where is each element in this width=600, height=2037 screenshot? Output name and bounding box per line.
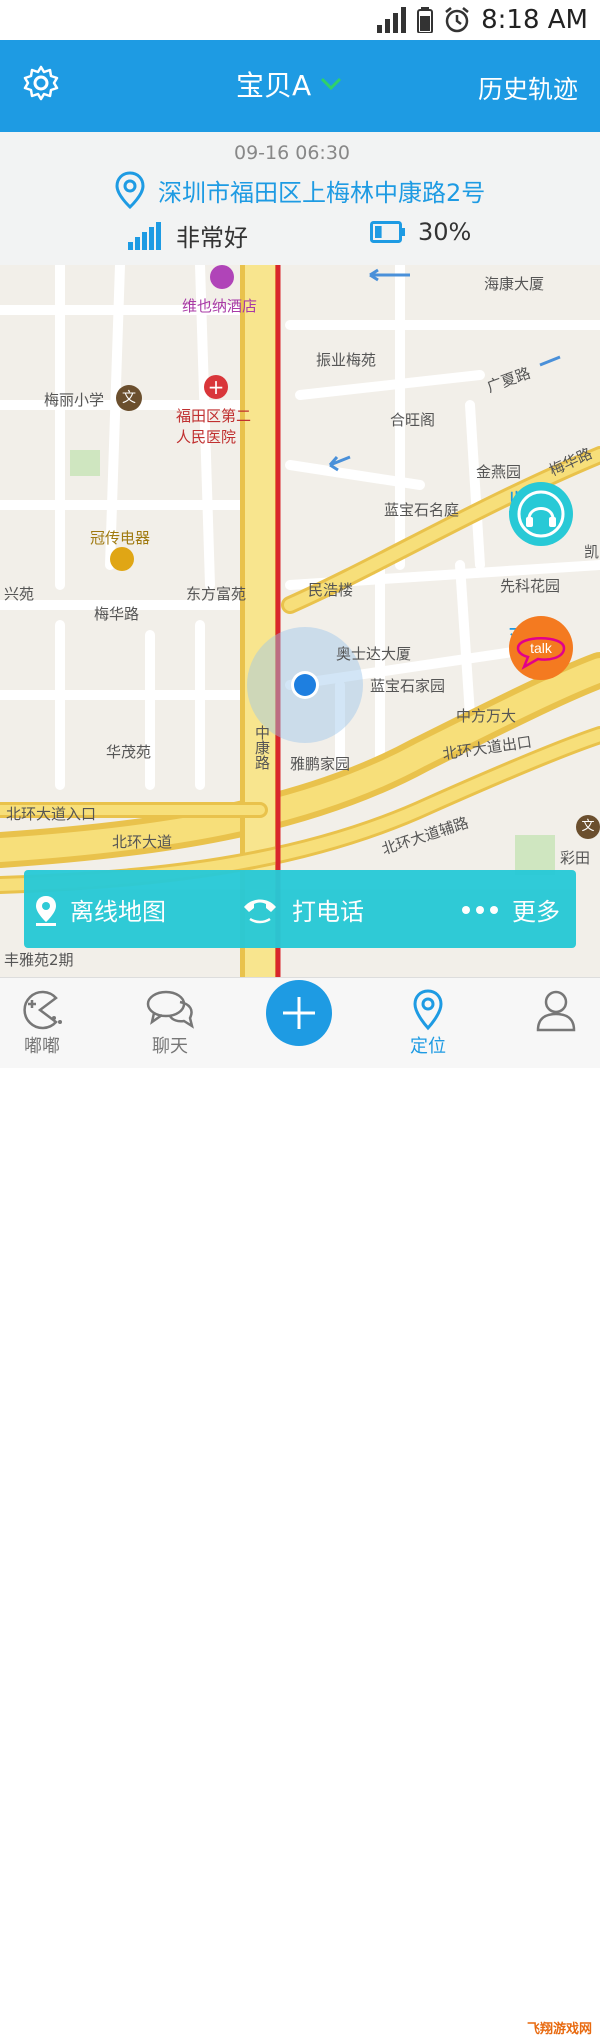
plus-icon [283, 997, 315, 1029]
device-selector[interactable]: 宝贝A [236, 64, 343, 104]
address-text: 深圳市福田区上梅林中康路2号 [158, 178, 486, 207]
watermark-logo: 飞翔游戏网 [526, 2022, 592, 2037]
map-label: 海康大厦 [484, 275, 545, 293]
location-info-panel: 09-16 06:30 深圳市福田区上梅林中康路2号 非常好 30% [0, 132, 600, 266]
tab-locate[interactable]: 定位 [388, 988, 468, 1058]
signal-status: 非常好 [128, 218, 248, 253]
tab-locate-label: 定位 [410, 1036, 446, 1057]
alarm-clock-icon [445, 7, 469, 33]
offline-map-button[interactable]: 离线地图 [34, 892, 166, 927]
cellular-signal-icon [377, 7, 407, 33]
voice-chomp-icon [23, 990, 62, 1030]
more-button[interactable]: 更多 [460, 892, 560, 927]
more-label: 更多 [512, 898, 560, 926]
map-label: 民浩楼 [308, 581, 354, 599]
address-row: 深圳市福田区上梅林中康路2号 [112, 170, 485, 210]
map-label: 合旺阁 [390, 411, 436, 429]
tab-chat[interactable]: 聊天 [130, 988, 210, 1058]
battery-fill [375, 226, 382, 238]
talk-bubble-icon: talk [509, 616, 573, 680]
map-label: 蓝宝石家园 [370, 677, 446, 695]
map-label: 奥士达大厦 [336, 645, 412, 663]
chevron-down-icon [321, 77, 342, 91]
map-label: 雅鹏家园 [290, 755, 351, 773]
status-icons: 8:18 AM [377, 4, 588, 36]
call-label: 打电话 [292, 898, 364, 926]
map-label: 中方万大 [456, 707, 517, 725]
chat-bubbles-icon [146, 990, 194, 1029]
map-label: 先科花园 [500, 577, 561, 595]
map-label: 蓝宝石名庭 [384, 501, 460, 519]
call-button[interactable]: 打电话 [240, 892, 364, 927]
map-label: 彩田 [560, 849, 591, 867]
location-timestamp: 09-16 06:30 [234, 142, 351, 164]
tab-chat-label: 聊天 [152, 1036, 188, 1057]
map-label: 梅华路 [94, 605, 140, 623]
map-label: 中康路 [253, 725, 271, 770]
status-time: 8:18 AM [481, 5, 588, 35]
tab-dudu[interactable]: 嘟嘟 [2, 988, 82, 1058]
map-label: 福田区第二人民医院 [176, 407, 252, 446]
map-label: 丰雅苑2期 [4, 951, 74, 969]
map-action-bar: 离线地图 打电话 更多 [24, 870, 576, 948]
bottom-tab-bar: 嘟嘟 聊天 定位 飞翔游戏网 [0, 977, 600, 2037]
offline-map-label: 离线地图 [70, 898, 166, 926]
shop-icon [110, 547, 134, 571]
map-label: 东方富苑 [186, 585, 247, 603]
history-track-button[interactable]: 历史轨迹 [478, 70, 578, 106]
add-button[interactable] [266, 980, 332, 1046]
map-label: 维也纳酒店 [182, 297, 258, 315]
school-icon: 文 [116, 385, 142, 411]
hospital-icon: + [204, 375, 228, 399]
hotel-icon [210, 265, 234, 289]
map-label: 冠传电器 [90, 529, 151, 547]
app-header: 宝贝A 历史轨迹 [0, 40, 600, 132]
user-profile-icon [536, 990, 576, 1032]
device-title: 宝贝A [236, 69, 312, 102]
map-label: 梅丽小学 [44, 391, 105, 409]
talk-icon-text: talk [530, 640, 553, 656]
map-label: 振业梅苑 [316, 351, 377, 369]
battery-icon [370, 221, 405, 243]
map-label: 兴苑 [4, 585, 35, 603]
battery-status-icon [417, 7, 434, 33]
map-label: 金燕园 [476, 463, 522, 481]
map-label: 凯 [584, 543, 600, 561]
status-bar: 8:18 AM [0, 0, 600, 40]
signal-text: 非常好 [176, 224, 248, 252]
location-pin-icon [115, 171, 145, 210]
location-pin-tab-icon [413, 989, 443, 1031]
battery-text: 30% [418, 218, 472, 246]
caitian-icon: 文 [576, 815, 600, 839]
more-dots-icon [462, 905, 498, 914]
map-pin-icon [36, 895, 56, 926]
settings-gear-icon[interactable] [22, 64, 60, 102]
map-label: 北环大道 [112, 833, 173, 851]
monitor-button[interactable]: 监听 [508, 481, 573, 546]
phone-icon [244, 899, 276, 923]
map-label: 北环大道入口 [6, 805, 97, 823]
tab-profile[interactable] [516, 988, 596, 1032]
map-label: 华茂苑 [106, 743, 152, 761]
battery-status: 30% [370, 218, 471, 246]
headphones-icon [509, 482, 573, 546]
talk-button[interactable]: talk 对讲 [508, 615, 573, 680]
tab-dudu-label: 嘟嘟 [24, 1036, 60, 1057]
signal-strength-icon [128, 221, 161, 250]
